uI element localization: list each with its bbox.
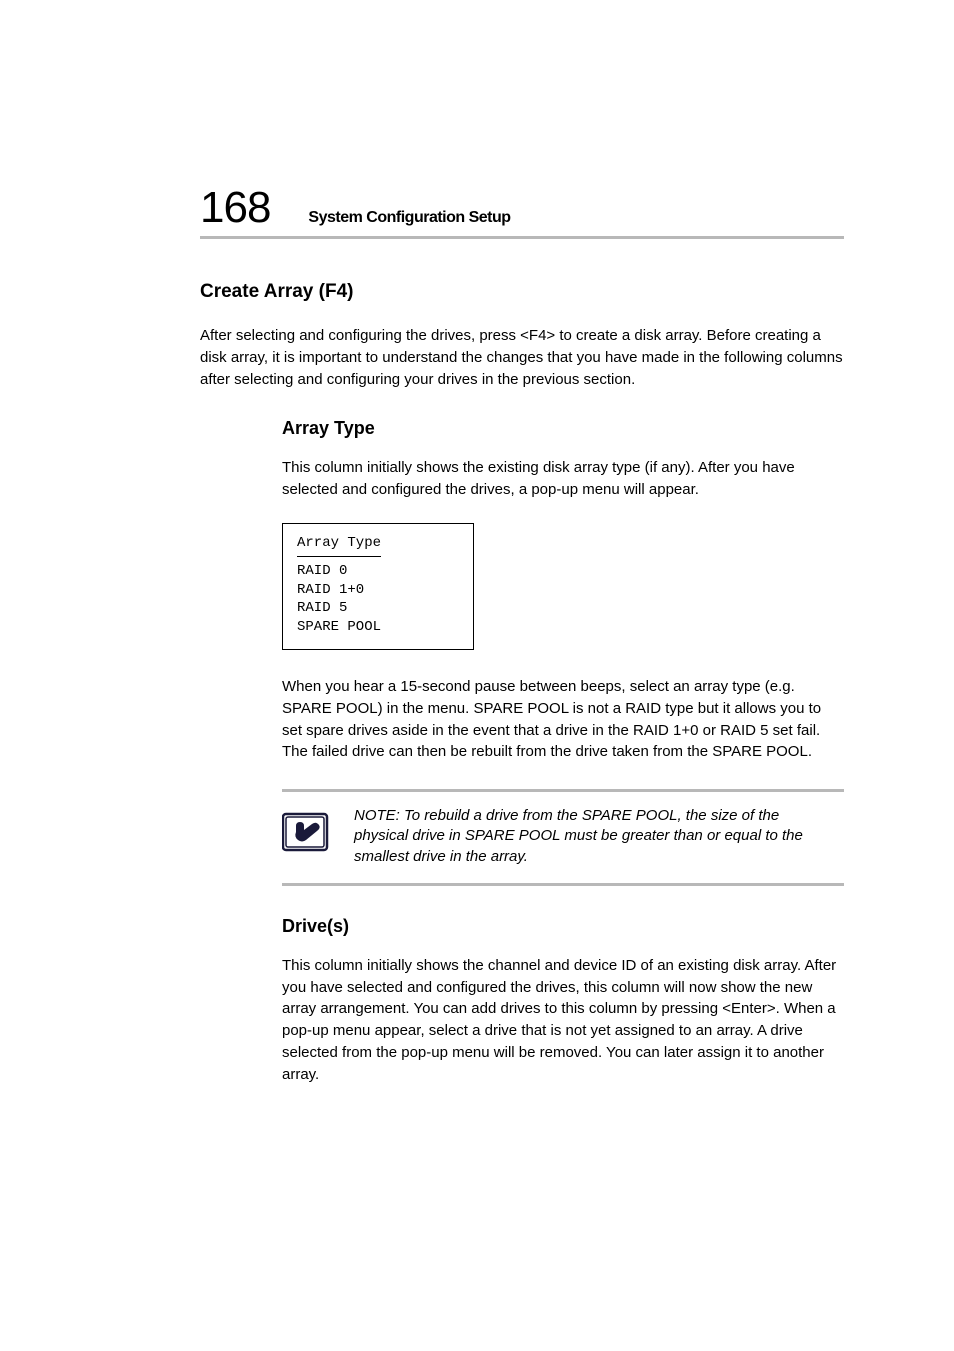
menu-item-raid0: RAID 0 bbox=[297, 563, 347, 579]
paragraph-array-type-2: When you hear a 15-second pause between … bbox=[282, 676, 844, 763]
subheading-array-type: Array Type bbox=[282, 418, 844, 439]
menu-heading: Array Type bbox=[297, 534, 381, 557]
paragraph-drives: This column initially shows the channel … bbox=[282, 955, 844, 1086]
menu-item-sparepool: SPARE POOL bbox=[297, 619, 381, 635]
paragraph-array-type-1: This column initially shows the existing… bbox=[282, 457, 844, 501]
header-title: System Configuration Setup bbox=[308, 209, 510, 227]
page-number: 168 bbox=[200, 186, 270, 230]
section-heading-create-array: Create Array (F4) bbox=[200, 281, 844, 303]
subheading-drives: Drive(s) bbox=[282, 916, 844, 937]
menu-item-raid5: RAID 5 bbox=[297, 600, 347, 616]
note-text: NOTE: To rebuild a drive from the SPARE … bbox=[354, 806, 844, 867]
note-block: NOTE: To rebuild a drive from the SPARE … bbox=[282, 789, 844, 886]
paragraph-intro: After selecting and configuring the driv… bbox=[200, 325, 844, 390]
menu-item-raid10: RAID 1+0 bbox=[297, 582, 364, 598]
note-hand-icon bbox=[282, 806, 330, 852]
array-type-menu: Array Type RAID 0 RAID 1+0 RAID 5 SPARE … bbox=[282, 523, 474, 650]
page-header: 168 System Configuration Setup bbox=[200, 186, 844, 239]
